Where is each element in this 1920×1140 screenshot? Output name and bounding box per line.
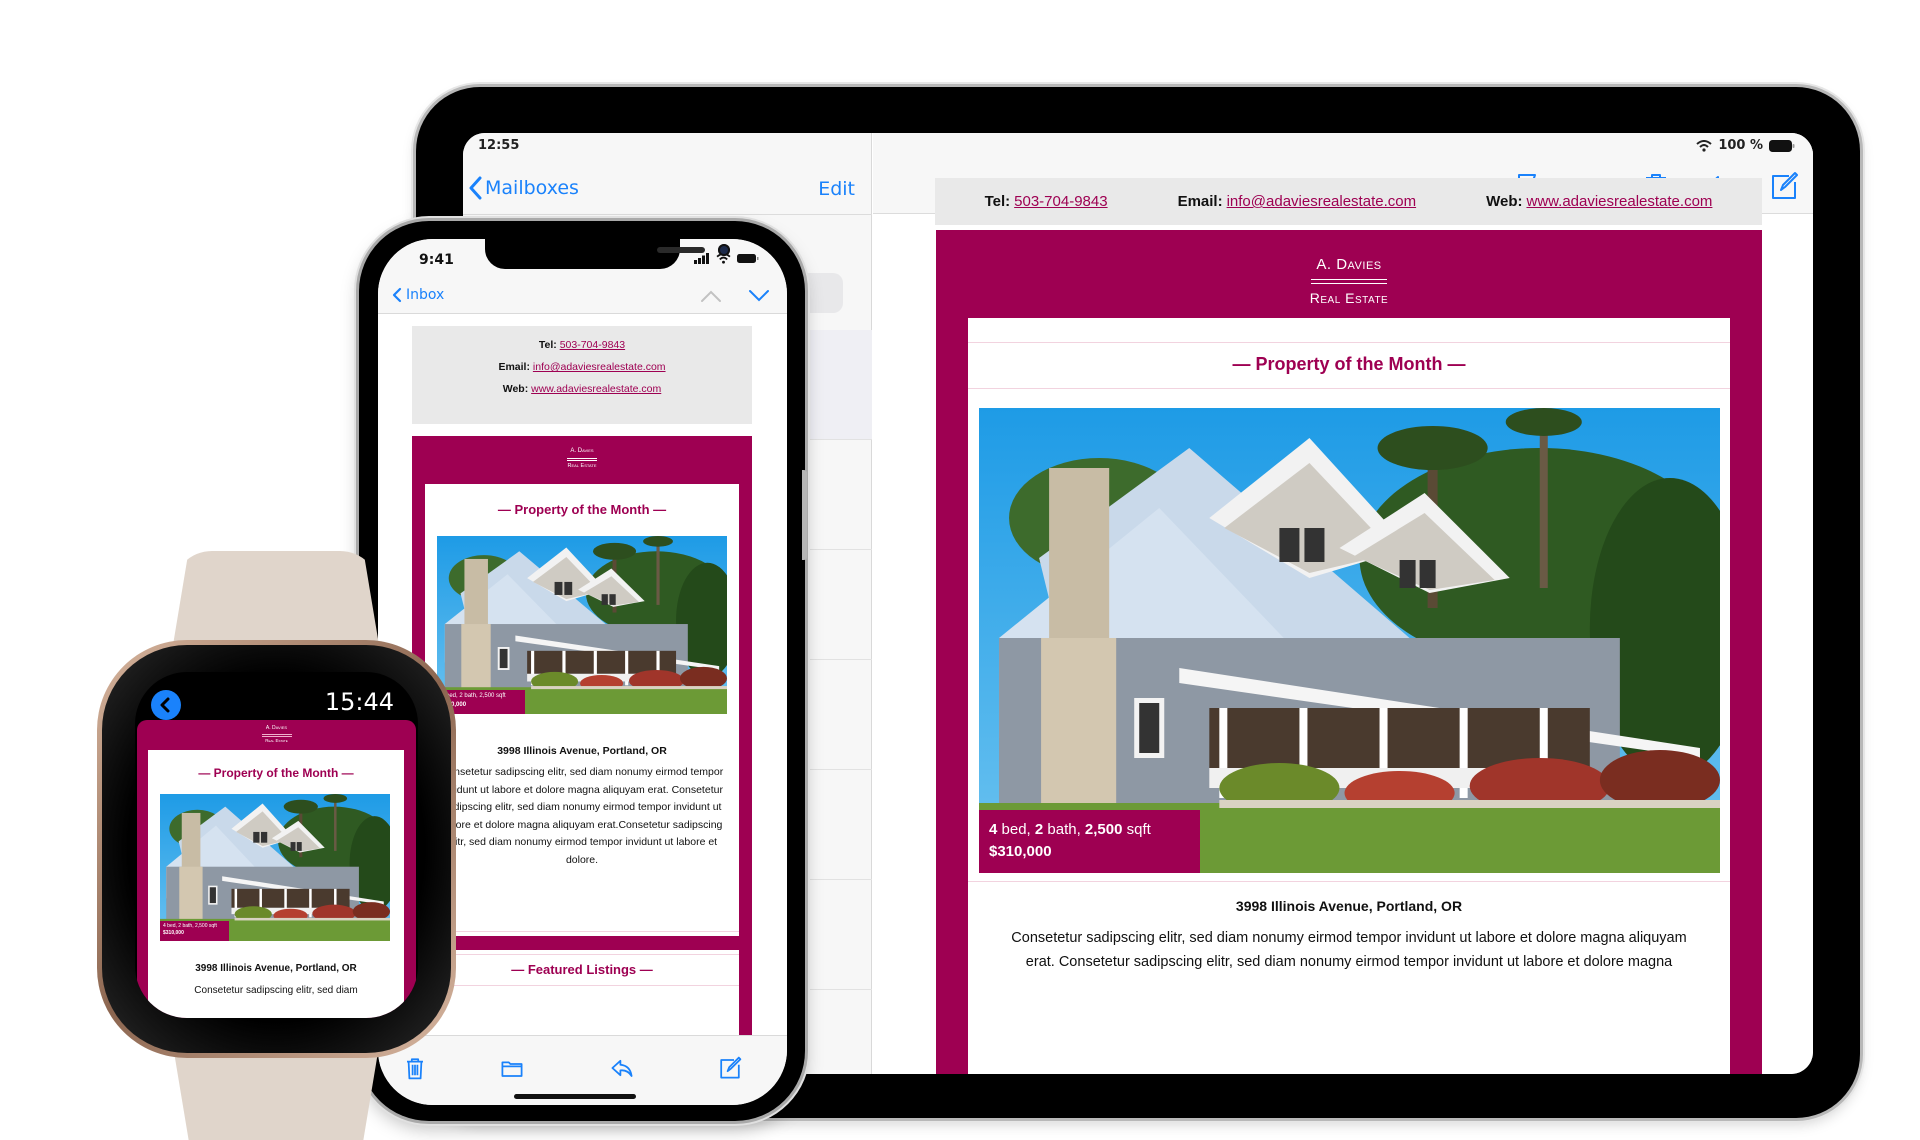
contact-strip: Tel: 503-704-9843 Email: info@adaviesrea… <box>412 326 752 424</box>
compose-icon[interactable] <box>1769 171 1799 201</box>
watch-band-top <box>172 551 380 651</box>
featured-listings-title: — Featured Listings — <box>511 962 653 977</box>
divider <box>425 954 739 955</box>
web-link[interactable]: www.adaviesrealestate.com <box>531 383 661 395</box>
property-price: $310,000 <box>989 843 1052 860</box>
chevron-left-icon <box>160 697 170 713</box>
section-separator <box>412 936 752 950</box>
divider <box>425 931 739 932</box>
web-link[interactable]: www.adaviesrealestate.com <box>1526 193 1712 210</box>
brand-double-rule <box>567 458 597 461</box>
newsletter-frame: A. Davies Real Estate — Property of the … <box>936 230 1762 1074</box>
section-title: — Property of the Month — <box>198 766 354 780</box>
email-link[interactable]: info@adaviesrealestate.com <box>533 361 666 373</box>
divider <box>425 985 739 986</box>
divider <box>968 342 1730 343</box>
tel-link[interactable]: 503-704-9843 <box>560 339 625 351</box>
newsletter-frame: A. Davies Real Estate — Property of the … <box>137 720 416 1018</box>
wifi-icon <box>1696 139 1712 152</box>
property-photo[interactable] <box>160 794 390 941</box>
newsletter-body: — Property of the Month — 4 bed, 2 bath,… <box>968 318 1730 1074</box>
newsletter-body: — Property of the Month — 4 bed, 2 bath,… <box>148 750 404 1018</box>
house-image <box>979 408 1720 873</box>
battery-icon <box>737 254 759 263</box>
property-photo[interactable] <box>437 536 727 714</box>
property-price: $310,000 <box>163 930 184 936</box>
ipad-status-time: 12:55 <box>478 138 520 153</box>
property-description: Consetetur sadipscing elitr, sed diam <box>194 985 358 996</box>
property-description: Consetetur sadipscing elitr, sed diam no… <box>440 766 724 866</box>
battery-percent: 100 % <box>1718 138 1763 153</box>
chevron-left-icon <box>469 176 482 200</box>
ipad-status-right: 100 % <box>1696 138 1795 153</box>
property-address: 3998 Illinois Avenue, Portland, OR <box>1235 898 1463 914</box>
email-link[interactable]: info@adaviesrealestate.com <box>1227 193 1417 210</box>
brand-double-rule <box>1311 279 1387 284</box>
speaker <box>657 247 705 253</box>
brand-name: A. Davies <box>265 725 288 731</box>
divider <box>968 388 1730 389</box>
property-address: 3998 Illinois Avenue, Portland, OR <box>497 745 667 757</box>
brand-name: A. Davies <box>570 448 594 454</box>
mailboxes-back-label: Mailboxes <box>485 177 579 199</box>
brand-subtitle: Real Estate <box>1309 290 1389 306</box>
contact-web: Web: www.adaviesrealestate.com <box>502 383 662 395</box>
compose-icon[interactable] <box>718 1056 742 1080</box>
contact-tel: Tel: 503-704-9843 <box>984 193 1108 210</box>
property-specs: 4 bed, 2 bath, 2,500 sqft <box>989 821 1151 838</box>
inbox-back-button[interactable]: Inbox <box>392 287 444 303</box>
brand-subtitle: Real Estate <box>265 738 288 743</box>
inbox-back-label: Inbox <box>406 287 445 303</box>
property-description: Consetetur sadipscing elitr, sed diam no… <box>1011 930 1687 970</box>
trash-icon[interactable] <box>403 1056 427 1080</box>
battery-icon <box>1769 139 1795 152</box>
divider <box>968 881 1730 882</box>
tel-link[interactable]: 503-704-9843 <box>1014 193 1107 210</box>
newsletter-frame: A. Davies Real Estate — Property of the … <box>412 436 752 1084</box>
signal-icon <box>694 253 709 264</box>
contact-tel: Tel: 503-704-9843 <box>538 339 626 351</box>
watch-time: 15:44 <box>324 688 394 716</box>
next-message-chevron-down-icon[interactable] <box>748 289 770 303</box>
iphone-notch <box>485 239 730 269</box>
reply-icon[interactable] <box>610 1056 634 1080</box>
folder-icon[interactable] <box>500 1056 524 1080</box>
mailboxes-back-button[interactable]: Mailboxes <box>468 176 579 200</box>
divider <box>463 214 872 215</box>
property-photo[interactable] <box>979 408 1720 873</box>
section-title: — Property of the Month — <box>497 502 667 517</box>
brand-name: A. Davies <box>1316 256 1382 273</box>
iphone-side-button <box>802 470 807 560</box>
brand-subtitle: Real Estate <box>567 463 597 469</box>
iphone-status-time: 9:41 <box>419 252 454 268</box>
watch-back-button[interactable] <box>151 690 181 720</box>
contact-strip: Tel: 503-704-9843 Email: info@adaviesreale… <box>935 178 1762 225</box>
chevron-left-icon <box>392 287 402 303</box>
edit-button[interactable]: Edit <box>818 178 855 200</box>
property-specs: 4 bed, 2 bath, 2,500 sqft <box>163 923 217 929</box>
property-caption: 4 bed, 2 bath, 2,500 sqft $310,000 <box>979 810 1200 873</box>
ipad-message-pane: 100 % Tel: 503-704-9843 Email: info@adavie… <box>873 133 1813 1074</box>
property-address: 3998 Illinois Avenue, Portland, OR <box>195 963 357 974</box>
watch-screen: 15:44 A. Davies Real Estate — Property o… <box>135 672 418 1018</box>
house-image <box>160 794 390 941</box>
front-camera <box>718 244 730 256</box>
property-specs: 4 bed, 2 bath, 2,500 sqft <box>441 693 506 699</box>
house-image <box>437 536 727 714</box>
home-indicator[interactable] <box>514 1094 636 1099</box>
contact-web: Web: www.adaviesrealestate.com <box>1486 193 1713 210</box>
contact-email: Email: info@adaviesrealestate.com <box>1177 193 1417 210</box>
brand-double-rule <box>262 734 292 737</box>
featured-section: — Featured Listings — <box>425 950 739 1030</box>
property-caption: 4 bed, 2 bath, 2,500 sqft $310,000 <box>160 921 229 941</box>
previous-message-chevron-up-icon[interactable] <box>700 289 722 303</box>
section-title: — Property of the Month — <box>1232 354 1466 374</box>
contact-email: Email: info@adaviesrealestate.com <box>498 361 666 373</box>
